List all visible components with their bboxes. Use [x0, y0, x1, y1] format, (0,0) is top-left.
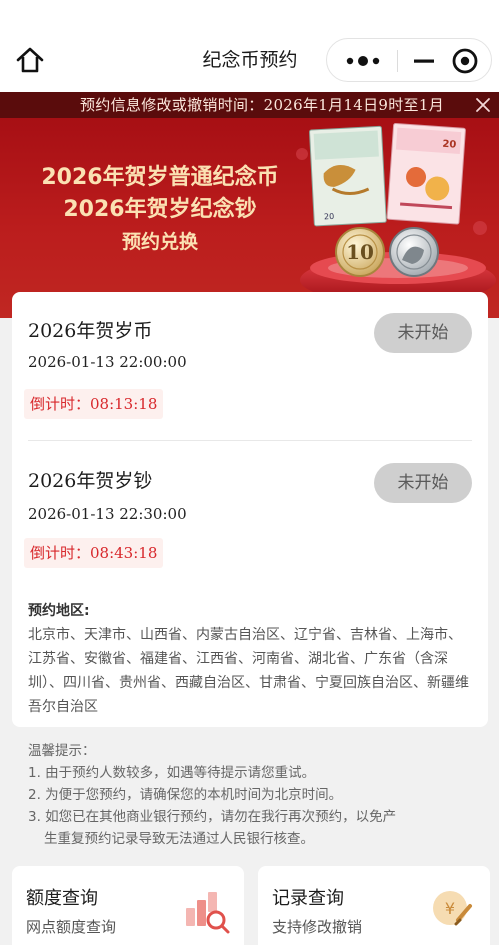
coin-item-time: 2026-01-13 22:00:00 — [28, 353, 187, 371]
capsule-divider — [397, 50, 398, 72]
svg-text:20: 20 — [324, 212, 335, 222]
record-query-subtitle: 支持修改撤销 — [272, 918, 363, 936]
mini-program-capsule — [326, 38, 492, 82]
banknote-countdown: 倒计时：08:43:18 — [24, 538, 164, 568]
quota-query-title: 额度查询 — [26, 888, 98, 909]
close-icon[interactable] — [473, 95, 493, 115]
coin-countdown: 倒计时：08:13:18 — [24, 389, 164, 419]
coin-status-button[interactable]: 未开始 — [374, 313, 472, 353]
quota-query-card[interactable]: 额度查询 网点额度查询 — [12, 866, 244, 945]
tip-item: 生重复预约记录导致无法通过人民银行核查。 — [44, 831, 314, 847]
item-divider — [28, 440, 472, 441]
banknote-item-time: 2026-01-13 22:30:00 — [28, 505, 187, 523]
banknote-status-button[interactable]: 未开始 — [374, 463, 472, 503]
tips-title: 温馨提示： — [28, 743, 96, 759]
coin-banknote-illustration: 20 20 10 — [290, 118, 499, 318]
page-title: 纪念币预约 — [202, 49, 298, 71]
quota-search-icon — [178, 880, 234, 936]
svg-text:¥: ¥ — [445, 899, 455, 918]
home-icon[interactable] — [14, 44, 46, 76]
tips-section: 温馨提示： 1. 由于预约人数较多，如遇等待提示请您重试。 2. 为便于您预约，… — [28, 740, 478, 850]
tip-item: 3. 如您已在其他商业银行预约，请勿在我行再次预约，以免产 — [28, 809, 397, 825]
notice-bar: 预约信息修改或撤销时间：2026年1月14日9时至1月 — [0, 92, 499, 118]
banner-line-3: 预约兑换 — [121, 231, 198, 253]
more-dots-icon[interactable] — [343, 51, 383, 71]
top-nav-bar: 纪念币预约 — [0, 0, 499, 92]
banner-line-1: 2026年贺岁普通纪念币 — [41, 165, 279, 190]
quota-query-subtitle: 网点额度查询 — [26, 918, 117, 936]
banknote-item-name: 2026年贺岁钞 — [28, 470, 153, 492]
banner-title: 2026年贺岁普通纪念币 2026年贺岁纪念钞 预约兑换 — [20, 162, 300, 258]
promo-banner: 2026年贺岁普通纪念币 2026年贺岁纪念钞 预约兑换 20 20 10 — [0, 118, 499, 318]
notice-text: 预约信息修改或撤销时间：2026年1月14日9时至1月 — [80, 96, 444, 114]
svg-text:10: 10 — [346, 240, 374, 264]
banner-line-2: 2026年贺岁纪念钞 — [63, 197, 257, 222]
tip-item: 1. 由于预约人数较多，如遇等待提示请您重试。 — [28, 765, 316, 781]
coin-item-name: 2026年贺岁币 — [28, 320, 153, 342]
record-query-card[interactable]: 记录查询 支持修改撤销 ¥ — [258, 866, 490, 945]
record-coin-icon: ¥ — [424, 880, 480, 936]
minimize-icon[interactable] — [411, 49, 437, 73]
record-query-title: 记录查询 — [272, 888, 344, 909]
tip-item: 2. 为便于您预约，请确保您的本机时间为北京时间。 — [28, 787, 343, 803]
target-close-icon[interactable] — [451, 47, 479, 75]
region-title: 预约地区: — [28, 603, 90, 619]
appointment-card: 2026年贺岁币 未开始 2026-01-13 22:00:00 倒计时：08:… — [12, 292, 488, 727]
svg-text:20: 20 — [442, 139, 457, 151]
region-list: 北京市、天津市、山西省、内蒙古自治区、辽宁省、吉林省、上海市、江苏省、安徽省、福… — [28, 627, 469, 715]
